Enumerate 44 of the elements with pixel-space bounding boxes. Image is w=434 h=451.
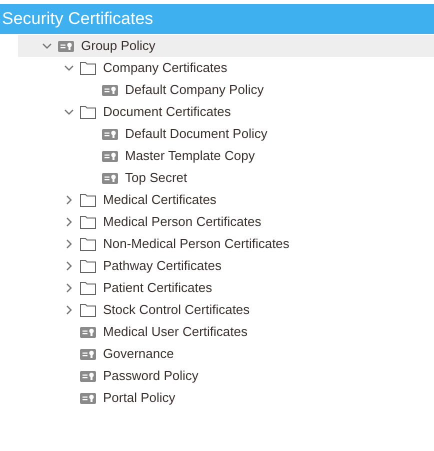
chevron-down-icon[interactable] [42,41,52,51]
tree-item[interactable]: Document Certificates [18,101,434,123]
certificate-icon [80,348,96,360]
certificate-icon [102,84,118,96]
folder-icon [80,281,96,295]
certificate-icon [102,172,118,184]
tree-item[interactable]: Medical User Certificates [18,321,434,343]
tree-item[interactable]: Company Certificates [18,57,434,79]
panel-title: Security Certificates [0,4,434,34]
tree-item[interactable]: Stock Control Certificates [18,299,434,321]
folder-icon [80,303,96,317]
certificate-icon [80,370,96,382]
tree-item[interactable]: Top Secret [18,167,434,189]
chevron-right-icon[interactable] [64,195,74,205]
tree-item[interactable]: Portal Policy [18,387,434,409]
folder-icon [80,237,96,251]
certificate-icon [102,128,118,140]
tree-item[interactable]: Default Company Policy [18,79,434,101]
chevron-right-icon[interactable] [64,261,74,271]
tree-item[interactable]: Non-Medical Person Certificates [18,233,434,255]
chevron-right-icon[interactable] [64,217,74,227]
folder-icon [80,259,96,273]
chevron-right-icon[interactable] [64,239,74,249]
tree-item[interactable]: Governance [18,343,434,365]
certificate-icon [58,40,74,52]
chevron-right-icon[interactable] [64,283,74,293]
folder-icon [80,61,96,75]
tree-item[interactable]: Default Document Policy [18,123,434,145]
folder-icon [80,105,96,119]
tree-item[interactable]: Medical Certificates [18,189,434,211]
tree-item[interactable]: Patient Certificates [18,277,434,299]
certificate-icon [102,150,118,162]
tree-item[interactable]: Medical Person Certificates [18,211,434,233]
chevron-right-icon[interactable] [64,305,74,315]
tree-item[interactable]: Password Policy [18,365,434,387]
chevron-down-icon[interactable] [64,63,74,73]
folder-icon [80,193,96,207]
certificate-icon [80,392,96,404]
certificate-icon [80,326,96,338]
tree-item[interactable]: Pathway Certificates [18,255,434,277]
chevron-down-icon[interactable] [64,107,74,117]
tree-item[interactable]: Group Policy [18,35,434,57]
folder-icon [80,215,96,229]
tree-item[interactable]: Master Template Copy [18,145,434,167]
